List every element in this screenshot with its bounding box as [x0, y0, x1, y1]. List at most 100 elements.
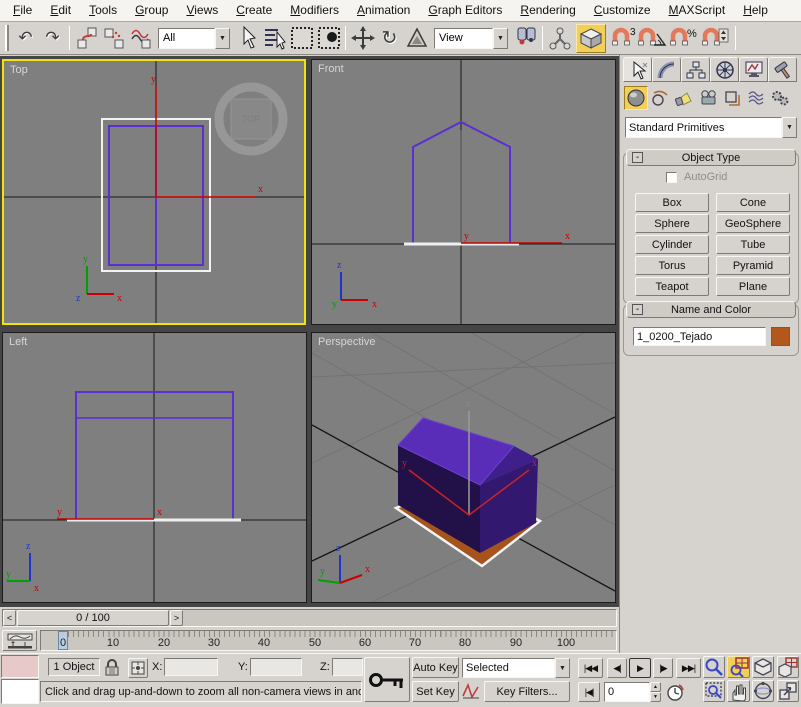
snap-3d-button[interactable]: 3 [609, 25, 636, 52]
collapse-icon[interactable]: - [632, 304, 643, 315]
chevron-down-icon[interactable]: ▼ [493, 28, 508, 49]
track-bar-ruler[interactable]: 0 10 20 30 40 50 60 70 80 90 100 [40, 630, 617, 651]
viewport-front[interactable]: Front z y x z y x [311, 59, 616, 325]
spinner-up-icon[interactable]: ▲ [650, 682, 661, 692]
house-object[interactable] [396, 418, 540, 566]
tube-button[interactable]: Tube [716, 235, 790, 254]
zoom-extents-all-button[interactable] [777, 656, 799, 678]
object-color-swatch[interactable] [771, 327, 790, 346]
category-space-warps[interactable] [744, 86, 768, 110]
menu-edit[interactable]: Edit [41, 0, 80, 21]
zoom-all-button[interactable] [727, 656, 750, 678]
menu-animation[interactable]: Animation [348, 0, 419, 21]
next-frame-arrow[interactable]: > [170, 610, 183, 626]
set-key-button[interactable]: Set Key [412, 681, 459, 702]
view-rotation-gizmo[interactable]: TOP [219, 87, 283, 151]
undo-button[interactable]: ↶ [12, 25, 39, 52]
viewport-left[interactable]: Left y x z y x [2, 332, 307, 603]
reference-coordinate-dropdown[interactable]: View ▼ [434, 28, 508, 49]
y-coordinate-field[interactable] [250, 658, 302, 676]
category-cameras[interactable] [696, 86, 720, 110]
box-button[interactable]: Box [635, 193, 709, 212]
menu-rendering[interactable]: Rendering [511, 0, 584, 21]
tab-motion[interactable] [710, 57, 739, 82]
go-to-end-button[interactable]: ▶▶| [676, 658, 701, 678]
menu-maxscript[interactable]: MAXScript [660, 0, 735, 21]
sphere-button[interactable]: Sphere [635, 214, 709, 233]
z-coordinate-field[interactable] [332, 658, 363, 676]
menu-views[interactable]: Views [177, 0, 227, 21]
chevron-down-icon[interactable]: ▼ [215, 28, 230, 49]
menu-tools[interactable]: Tools [80, 0, 126, 21]
pan-button[interactable] [727, 680, 750, 702]
select-by-name-button[interactable] [261, 25, 288, 52]
tab-utilities[interactable] [768, 57, 797, 82]
category-shapes[interactable] [648, 86, 672, 110]
category-geometry[interactable] [624, 86, 648, 110]
menu-customize[interactable]: Customize [585, 0, 660, 21]
select-object-button[interactable] [234, 25, 261, 52]
transform-gizmo[interactable]: y x [461, 231, 570, 243]
viewport-top[interactable]: Top TOP y x y [2, 59, 306, 325]
min-max-toggle-button[interactable] [777, 680, 799, 702]
menu-create[interactable]: Create [227, 0, 281, 21]
zoom-button[interactable] [703, 656, 725, 678]
tab-hierarchy[interactable] [681, 57, 710, 82]
viewport-perspective[interactable]: Perspective z [311, 332, 616, 603]
key-filters-button[interactable]: Key Filters... [484, 681, 570, 702]
select-and-link-button[interactable] [73, 25, 100, 52]
x-coordinate-field[interactable] [164, 658, 218, 676]
absolute-offset-toggle[interactable] [128, 658, 148, 678]
select-and-manipulate-button[interactable] [546, 25, 573, 52]
chevron-down-icon[interactable]: ▼ [782, 117, 797, 138]
frame-spinner[interactable]: ▲ ▼ [650, 682, 661, 702]
window-crossing-toggle-button[interactable] [315, 25, 342, 52]
select-and-move-button[interactable] [349, 25, 376, 52]
time-filter-dropdown[interactable]: Selected ▼ [462, 658, 570, 678]
collapse-icon[interactable]: - [632, 152, 643, 163]
new-key-filter-curve[interactable] [462, 682, 480, 705]
name-color-header[interactable]: - Name and Color [626, 301, 796, 318]
selection-filter-dropdown[interactable]: All ▼ [158, 28, 230, 49]
time-slider-thumb[interactable]: 0 / 100 [17, 610, 169, 626]
previous-frame-button[interactable]: ◀| [607, 658, 627, 678]
arc-rotate-button[interactable] [752, 680, 774, 702]
cone-button[interactable]: Cone [716, 193, 790, 212]
maxscript-listener-white[interactable] [1, 679, 39, 704]
spinner-snap-button[interactable] [700, 25, 732, 52]
angle-snap-button[interactable] [636, 25, 668, 52]
torus-button[interactable]: Torus [635, 256, 709, 275]
next-frame-button[interactable]: |▶ [653, 658, 673, 678]
unlink-selection-button[interactable] [100, 25, 127, 52]
geosphere-button[interactable]: GeoSphere [716, 214, 790, 233]
menu-graph-editors[interactable]: Graph Editors [419, 0, 511, 21]
tab-display[interactable] [739, 57, 768, 82]
percent-snap-button[interactable]: % [668, 25, 700, 52]
time-configuration-button[interactable] [666, 683, 685, 707]
chevron-down-icon[interactable]: ▼ [555, 658, 570, 678]
plane-button[interactable]: Plane [716, 277, 790, 296]
cylinder-button[interactable]: Cylinder [635, 235, 709, 254]
menu-file[interactable]: File [4, 0, 41, 21]
previous-frame-arrow[interactable]: < [3, 610, 16, 626]
use-pivot-center-button[interactable] [512, 25, 539, 52]
rectangular-selection-region-button[interactable] [288, 25, 315, 52]
spinner-down-icon[interactable]: ▼ [650, 692, 661, 702]
play-button[interactable]: ▶ [629, 658, 651, 678]
primitives-dropdown[interactable]: Standard Primitives ▼ [625, 117, 797, 138]
zoom-extents-button[interactable] [752, 656, 774, 678]
menu-modifiers[interactable]: Modifiers [281, 0, 348, 21]
snaps-toggle-button[interactable] [576, 24, 606, 53]
teapot-button[interactable]: Teapot [635, 277, 709, 296]
menu-help[interactable]: Help [734, 0, 777, 21]
current-frame-field[interactable]: 0 [604, 682, 650, 702]
region-zoom-button[interactable] [703, 680, 725, 702]
category-helpers[interactable] [720, 86, 744, 110]
tab-create[interactable] [623, 57, 652, 82]
autogrid-checkbox[interactable] [666, 172, 677, 183]
category-systems[interactable] [768, 86, 792, 110]
pyramid-button[interactable]: Pyramid [716, 256, 790, 275]
set-keys-button[interactable] [364, 657, 410, 702]
go-to-start-button[interactable]: |◀◀ [578, 658, 603, 678]
maxscript-listener-pink[interactable] [1, 655, 39, 678]
